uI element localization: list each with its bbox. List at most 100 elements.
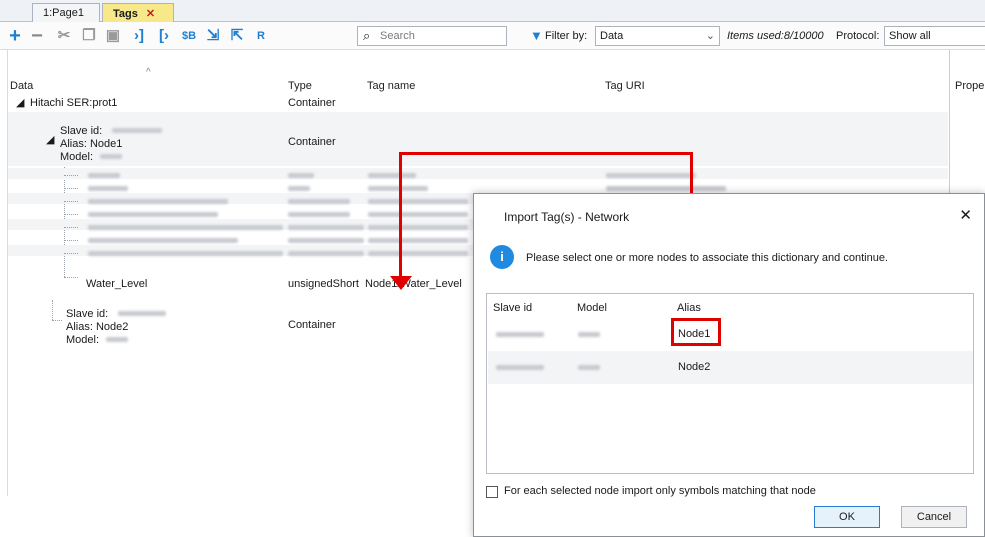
tree-connector: [52, 320, 62, 321]
blurred-value: [288, 186, 310, 191]
node2-slave-label: Slave id:: [66, 308, 109, 320]
tree-connector: [64, 201, 78, 202]
water-level-label[interactable]: Water_Level: [86, 278, 147, 290]
tree-connector: [64, 188, 78, 189]
items-used-text: Items used:8/10000: [727, 30, 824, 42]
protocol-value: Show all: [889, 30, 931, 42]
header-slave-id[interactable]: Slave id: [493, 302, 532, 314]
blurred-value: [100, 154, 122, 159]
node1-type: Container: [288, 136, 336, 148]
arrow-head-icon: [390, 276, 412, 290]
chevron-down-icon: ⌄: [705, 30, 715, 42]
blurred-value: [368, 173, 416, 178]
blurred-value: [112, 128, 162, 133]
node2-alias: Alias: Node2: [66, 321, 129, 333]
header-alias[interactable]: Alias: [677, 302, 701, 314]
node-row[interactable]: Node2: [488, 351, 973, 384]
blurred-value: [88, 238, 238, 243]
blurred-value: [288, 225, 364, 230]
filter-select[interactable]: Data ⌄: [595, 26, 720, 46]
blurred-value: [88, 199, 228, 204]
nodes-table: Slave id Model Alias Node1 Node2: [486, 293, 974, 474]
node1-model-label: Model:: [60, 151, 94, 163]
node2-type: Container: [288, 319, 336, 331]
column-tag-name[interactable]: Tag name: [367, 80, 415, 92]
export-icon[interactable]: ⇱: [228, 27, 246, 45]
expand-triangle-icon[interactable]: ◢: [46, 133, 54, 146]
paste-icon[interactable]: ▣: [104, 27, 122, 45]
ok-button[interactable]: OK: [814, 506, 880, 528]
blurred-value: [578, 332, 600, 337]
blurred-value: [88, 186, 128, 191]
cut-icon[interactable]: ✂: [55, 27, 73, 45]
tab-page1[interactable]: 1:Page1: [32, 3, 100, 22]
node-row[interactable]: Node1: [488, 318, 973, 351]
blurred-value: [578, 365, 600, 370]
blurred-value: [496, 365, 544, 370]
blurred-value: [368, 186, 428, 191]
expand-triangle-icon[interactable]: ◢: [16, 96, 24, 109]
annotation-arrow-top: [399, 152, 692, 155]
blurred-value: [606, 186, 726, 191]
blurred-value: [368, 238, 468, 243]
go-to-tag-icon[interactable]: ›]: [130, 27, 148, 45]
water-level-type: unsignedShort: [288, 278, 359, 290]
dialog-title: Import Tag(s) - Network: [504, 210, 630, 224]
search-placeholder: Search: [380, 30, 415, 42]
match-symbols-checkbox[interactable]: [486, 486, 498, 498]
blurred-value: [118, 311, 166, 316]
properties-header: Proper: [955, 80, 985, 92]
dialog-message: Please select one or more nodes to assoc…: [526, 252, 888, 264]
tree-connector: [64, 214, 78, 215]
node-alias: Node2: [678, 361, 711, 373]
blurred-value: [106, 337, 128, 342]
import-icon[interactable]: ⇲: [204, 27, 222, 45]
protocol-select[interactable]: Show all: [884, 26, 985, 46]
blurred-value: [88, 225, 283, 230]
sort-caret-icon: ^: [146, 67, 151, 78]
column-type[interactable]: Type: [288, 80, 312, 92]
annotation-highlight-box: [671, 318, 721, 346]
copy-icon[interactable]: ❐: [80, 27, 98, 45]
row-band: [8, 168, 948, 179]
search-input[interactable]: ⌕ Search: [357, 26, 507, 46]
filter-label: Filter by:: [545, 30, 588, 42]
tree-connector: [64, 240, 78, 241]
tab-tags[interactable]: Tags ✕: [102, 3, 174, 22]
node1-slave-label: Slave id:: [60, 125, 103, 137]
refresh-icon[interactable]: $B: [180, 27, 198, 45]
r-icon[interactable]: R: [252, 27, 270, 45]
column-tag-uri[interactable]: Tag URI: [605, 80, 645, 92]
close-tab-icon[interactable]: ✕: [146, 8, 155, 20]
blurred-value: [368, 251, 468, 256]
blurred-value: [88, 173, 120, 178]
tree-connector: [64, 277, 78, 278]
tree-connector: [64, 253, 78, 254]
import-tags-dialog: Import Tag(s) - Network ✕ i Please selec…: [473, 193, 985, 537]
protocol-label: Protocol:: [836, 30, 880, 42]
close-icon[interactable]: ✕: [959, 206, 972, 224]
add-icon[interactable]: +: [6, 26, 24, 46]
blurred-value: [288, 251, 364, 256]
remove-icon[interactable]: −: [28, 26, 46, 46]
node2-model-label: Model:: [66, 334, 100, 346]
blurred-value: [88, 212, 218, 217]
node1-row-band: [8, 112, 948, 166]
blurred-value: [368, 199, 468, 204]
root-node-type: Container: [288, 97, 336, 109]
cancel-button[interactable]: Cancel: [901, 506, 967, 528]
tab-page1-label: 1:Page1: [43, 7, 84, 19]
root-node-label[interactable]: Hitachi SER:prot1: [30, 97, 117, 109]
match-symbols-label: For each selected node import only symbo…: [504, 485, 816, 497]
header-model[interactable]: Model: [577, 302, 607, 314]
expand-icon[interactable]: [›: [155, 27, 173, 45]
tab-bar: 1:Page1 Tags ✕: [0, 0, 985, 22]
tab-tags-label: Tags: [113, 8, 138, 20]
blurred-value: [496, 332, 544, 337]
blurred-value: [368, 212, 468, 217]
node1-alias: Alias: Node1: [60, 138, 123, 150]
column-data[interactable]: Data: [10, 80, 33, 92]
blurred-value: [288, 173, 314, 178]
tree-connector: [52, 300, 53, 320]
filter-value: Data: [600, 30, 624, 42]
